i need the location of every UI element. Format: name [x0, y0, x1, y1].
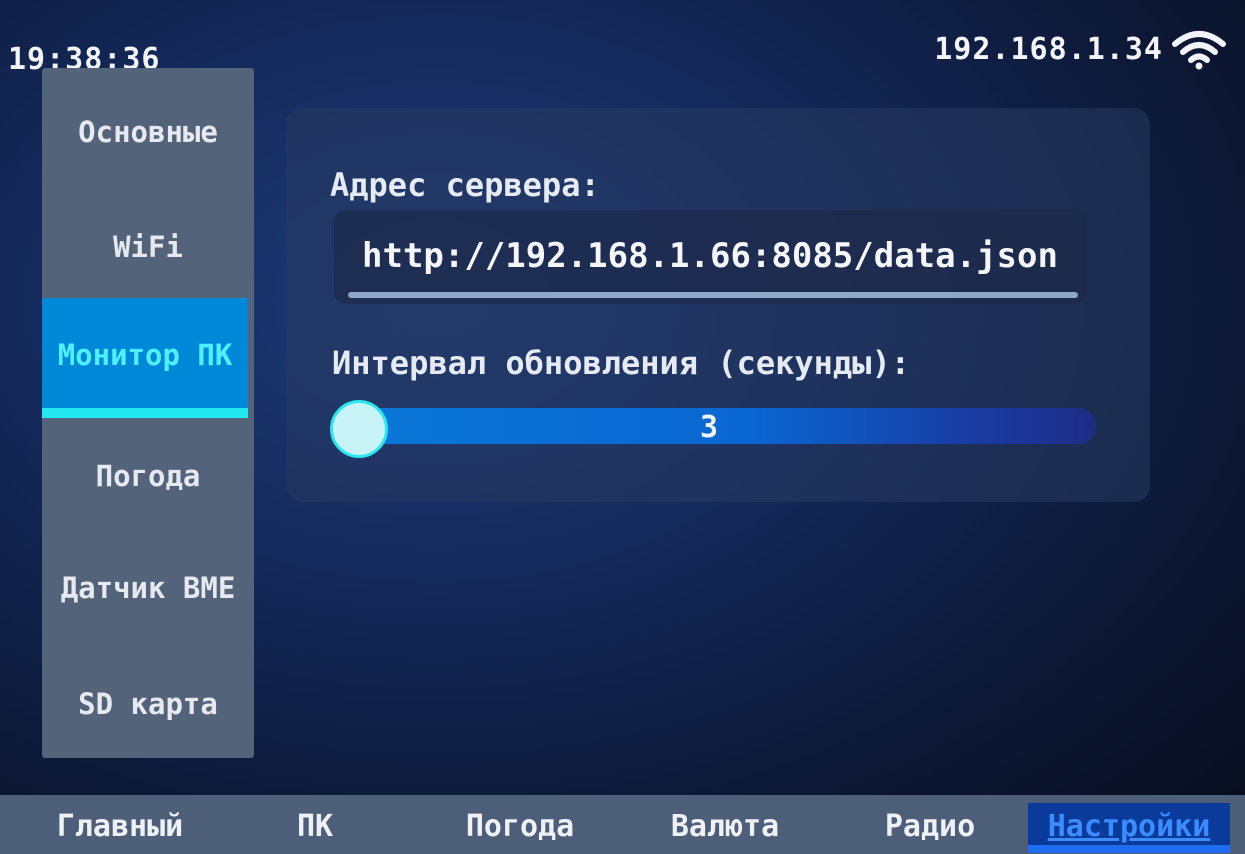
- tab-settings[interactable]: Настройки: [1028, 803, 1230, 853]
- server-address-input[interactable]: http://192.168.1.66:8085/data.json: [334, 210, 1086, 304]
- tab-label: Радио: [884, 808, 976, 844]
- sidebar-item-weather[interactable]: Погода: [42, 418, 254, 533]
- tab-label: Настройки: [1047, 808, 1211, 844]
- sidebar-item-pc-monitor[interactable]: Монитор ПК: [42, 298, 248, 418]
- sidebar-item-label: Основные: [78, 114, 218, 149]
- tab-label: ПК: [296, 808, 334, 844]
- sidebar-item-bme-sensor[interactable]: Датчик BME: [42, 530, 254, 645]
- server-address-value: http://192.168.1.66:8085/data.json: [362, 236, 1058, 276]
- tab-currency[interactable]: Валюта: [640, 803, 810, 849]
- update-interval-label: Интервал обновления (секунды):: [332, 344, 910, 382]
- update-interval-value: 3: [700, 410, 719, 445]
- sidebar-item-label: Датчик BME: [60, 570, 236, 605]
- ip-address: 192.168.1.34: [934, 32, 1163, 67]
- sidebar-item-label: Погода: [95, 458, 201, 493]
- tab-radio[interactable]: Радио: [860, 803, 1000, 849]
- sidebar-item-label: WiFi: [113, 229, 183, 264]
- sidebar-item-label: SD карта: [78, 686, 218, 721]
- slider-handle[interactable]: [330, 400, 388, 458]
- tab-label: Валюта: [670, 808, 780, 844]
- tab-weather[interactable]: Погода: [440, 803, 600, 849]
- device-screen: 19:38:36 192.168.1.34 Основные WiFi Мони…: [0, 0, 1245, 854]
- tab-main[interactable]: Главный: [30, 803, 210, 849]
- tab-label: Погода: [465, 808, 575, 844]
- wifi-icon: [1172, 31, 1226, 70]
- sidebar-item-sd-card[interactable]: SD карта: [42, 646, 254, 761]
- sidebar-item-wifi[interactable]: WiFi: [42, 189, 254, 304]
- sidebar-item-label: Монитор ПК: [57, 338, 233, 372]
- tab-pc[interactable]: ПК: [240, 803, 390, 849]
- bottom-tab-bar: Главный ПК Погода Валюта Радио Настройки: [0, 795, 1245, 854]
- server-address-label: Адрес сервера:: [330, 166, 600, 204]
- settings-sidebar: Основные WiFi Монитор ПК Погода Датчик B…: [42, 68, 254, 758]
- input-underline: [348, 292, 1078, 298]
- sidebar-item-general[interactable]: Основные: [42, 74, 254, 189]
- tab-label: Главный: [56, 808, 184, 844]
